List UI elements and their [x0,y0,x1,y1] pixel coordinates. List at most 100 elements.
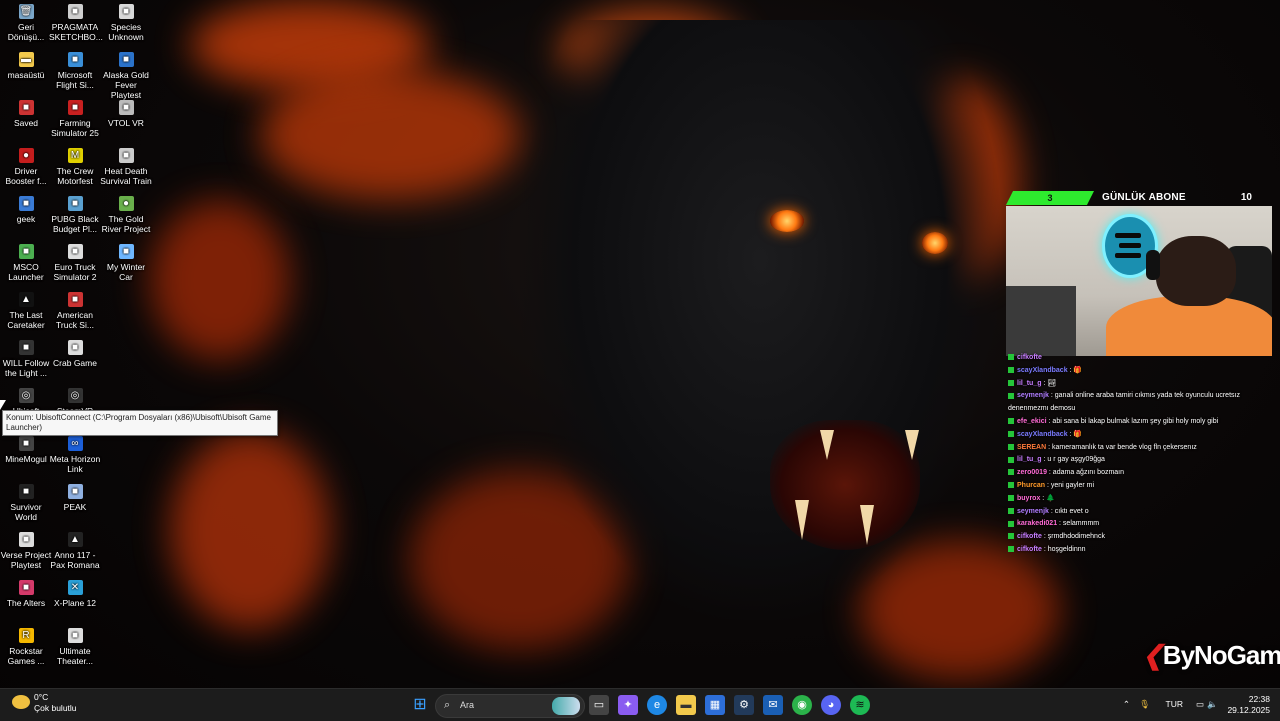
desktop-icon[interactable]: ■ American Truck Si... [49,292,101,330]
desktop-icon[interactable]: ● Driver Booster f... [0,148,52,186]
subscriber-goal-bar: 3 GÜNLÜK ABONE 10 [1006,190,1272,206]
desktop-icon[interactable]: ■ MSCO Launcher [0,244,52,282]
desktop-icon[interactable]: ▲ Anno 117 - Pax Romana [49,532,101,570]
subscriber-count: 3 [1006,191,1094,205]
tooltip: Konum: UbisoftConnect (C:\Program Dosyal… [2,410,278,436]
chat-username: buyrox [1017,494,1041,502]
desktop-icon[interactable]: ✕ X-Plane 12 [49,580,101,608]
panther-eye [770,210,804,232]
desktop-icon[interactable]: ■ Saved [0,100,52,128]
chevron-up-icon[interactable]: ⌃ [1123,699,1130,710]
game-icon: M [67,148,83,163]
chat-username: cifkofte [1017,354,1042,361]
desktop-icon[interactable]: ■ MineMogul [0,436,52,464]
desktop-icon[interactable]: ■ Alaska Gold Fever Playtest [100,52,152,100]
desktop-icon[interactable]: ■ The Alters [0,580,52,608]
task-view-icon[interactable]: ▭ [589,695,609,715]
desktop-icon[interactable]: ■ My Winter Car [100,244,152,282]
volume-icon[interactable]: 🔈 [1207,699,1218,710]
chat-text: : u r gay aşgy09ğga [1043,456,1105,464]
chat-text: : selammmm [1059,520,1100,528]
steam-icon[interactable]: ⚙ [734,695,754,715]
chat-text: : yeni gayler mi [1046,481,1095,489]
game-icon: ■ [118,100,134,115]
chat-message: scayXlandback : 🎁 [1008,429,1278,442]
game-icon: ■ [118,148,134,163]
desktop-icon[interactable]: ■ geek [0,196,52,224]
desktop-icon[interactable]: ■ WILL Follow the Light ... [0,340,52,378]
desktop-icon[interactable]: ■ Heat Death Survival Train [100,148,152,186]
desktop-icon[interactable]: ■ Species Unknown [100,4,152,42]
desktop-icon[interactable]: ■ Crab Game [49,340,101,368]
meta-icon: ∞ [67,436,83,451]
desktop-icon[interactable]: ■ PRAGMATA SKETCHBO... [49,4,103,42]
desktop-icon-label: Geri Dönüşü... [7,22,45,42]
chat-message: zero0019 : adama ağzını bozmaın [1008,467,1278,480]
desktop-icon-label: Anno 117 - Pax Romana [50,550,100,570]
desktop-icon-label: Euro Truck Simulator 2 [53,262,97,282]
desktop-icon[interactable]: ∞ Meta Horizon Link [49,436,101,474]
desktop-icon-label: Species Unknown [108,22,144,42]
discord-icon[interactable]: ◕ [821,695,841,715]
desktop-icon[interactable]: ■ Ultimate Theater... [49,628,101,666]
desktop-icon[interactable]: ■ Verse Project Playtest [0,532,52,570]
desktop-icon[interactable]: ■ Microsoft Flight Si... [49,52,101,90]
chat-badge-icon [1008,456,1014,463]
file-explorer-icon[interactable]: ▬ [676,695,696,715]
chat-message: cifkofte [1008,352,1278,365]
search-box[interactable]: ⌕ Ara [435,694,585,718]
desktop-icon[interactable]: ■ Survivor World [0,484,52,522]
start-button-windows-icon[interactable]: ⊞ [410,695,430,715]
chat-badge-icon [1008,520,1014,527]
edge-icon[interactable]: e [647,695,667,715]
chat-text: : hoşgeldinnn [1043,545,1086,553]
desktop-icon[interactable]: ▲ The Last Caretaker [0,292,52,330]
network-icon[interactable]: ▭ [1196,699,1204,710]
webcam-person-head [1156,236,1236,306]
bynogame-mark-icon: ❮ [1142,640,1164,670]
geek-uninstaller-icon: ■ [18,196,34,211]
game-icon: ■ [67,628,83,643]
microphone-icon[interactable]: 🎙 [1139,699,1150,710]
mail-icon[interactable]: ✉ [763,695,783,715]
chat-overlay: cifkofte scayXlandback : 🎁 lil_tu_g : 🏞 se… [1008,352,1278,557]
chat-username: cifkofte [1017,533,1042,541]
search-highlight-icon [552,697,580,715]
flame-shape [260,70,520,200]
chat-username: seymenjk [1017,507,1049,515]
chat-username: Phurcan [1017,481,1046,489]
desktop-icon[interactable]: ■ VTOL VR [100,100,152,128]
desktop-icon[interactable]: 🗑 Geri Dönüşü... [0,4,52,42]
desktop-icon-label: MSCO Launcher [8,262,44,282]
taskbar: 0°C Çok bulutlu ⊞ ⌕ Ara ▭ ✦ e ▬ ▦ ⚙ ✉ ◉ ◕… [0,688,1280,721]
game-icon: ■ [67,4,83,19]
chat-text: : abi sana bi lakap bulmak lazım şey gib… [1048,417,1219,425]
chat-badge-icon [1008,533,1014,540]
game-icon: ● [118,196,134,211]
language-indicator[interactable]: TUR [1166,699,1183,709]
desktop-icon[interactable]: ● The Gold River Project [100,196,152,234]
spotify-icon[interactable]: ≋ [850,695,870,715]
chat-badge-icon [1008,430,1014,437]
weather-icon [12,695,30,709]
clock[interactable]: 22:38 29.12.2025 [1227,694,1270,716]
desktop-icon[interactable]: R Rockstar Games ... [0,628,52,666]
chrome-icon[interactable]: ◉ [792,695,812,715]
copilot-icon[interactable]: ✦ [618,695,638,715]
weather-widget[interactable]: 0°C Çok bulutlu [12,692,77,714]
panther-fang [820,430,834,460]
desktop-icon[interactable]: ■ PEAK [49,484,101,512]
chat-message: seymenjk : cıktı evet o [1008,506,1278,519]
game-icon: ■ [67,484,83,499]
desktop-icon-label: Microsoft Flight Si... [56,70,94,90]
microsoft-store-icon[interactable]: ▦ [705,695,725,715]
desktop-icon[interactable]: M The Crew Motorfest [49,148,101,186]
chat-badge-icon [1008,469,1014,476]
desktop-icon[interactable]: ■ PUBG Black Budget Pl... [49,196,101,234]
chat-badge-icon [1008,443,1014,450]
desktop-icon[interactable]: ■ Farming Simulator 25 [49,100,101,138]
desktop-icon-label: geek [16,214,36,224]
desktop-icon[interactable]: ▬ masaüstü [0,52,52,80]
desktop-icon[interactable]: ■ Euro Truck Simulator 2 [49,244,101,282]
desktop-icon-label: Ultimate Theater... [57,646,93,666]
